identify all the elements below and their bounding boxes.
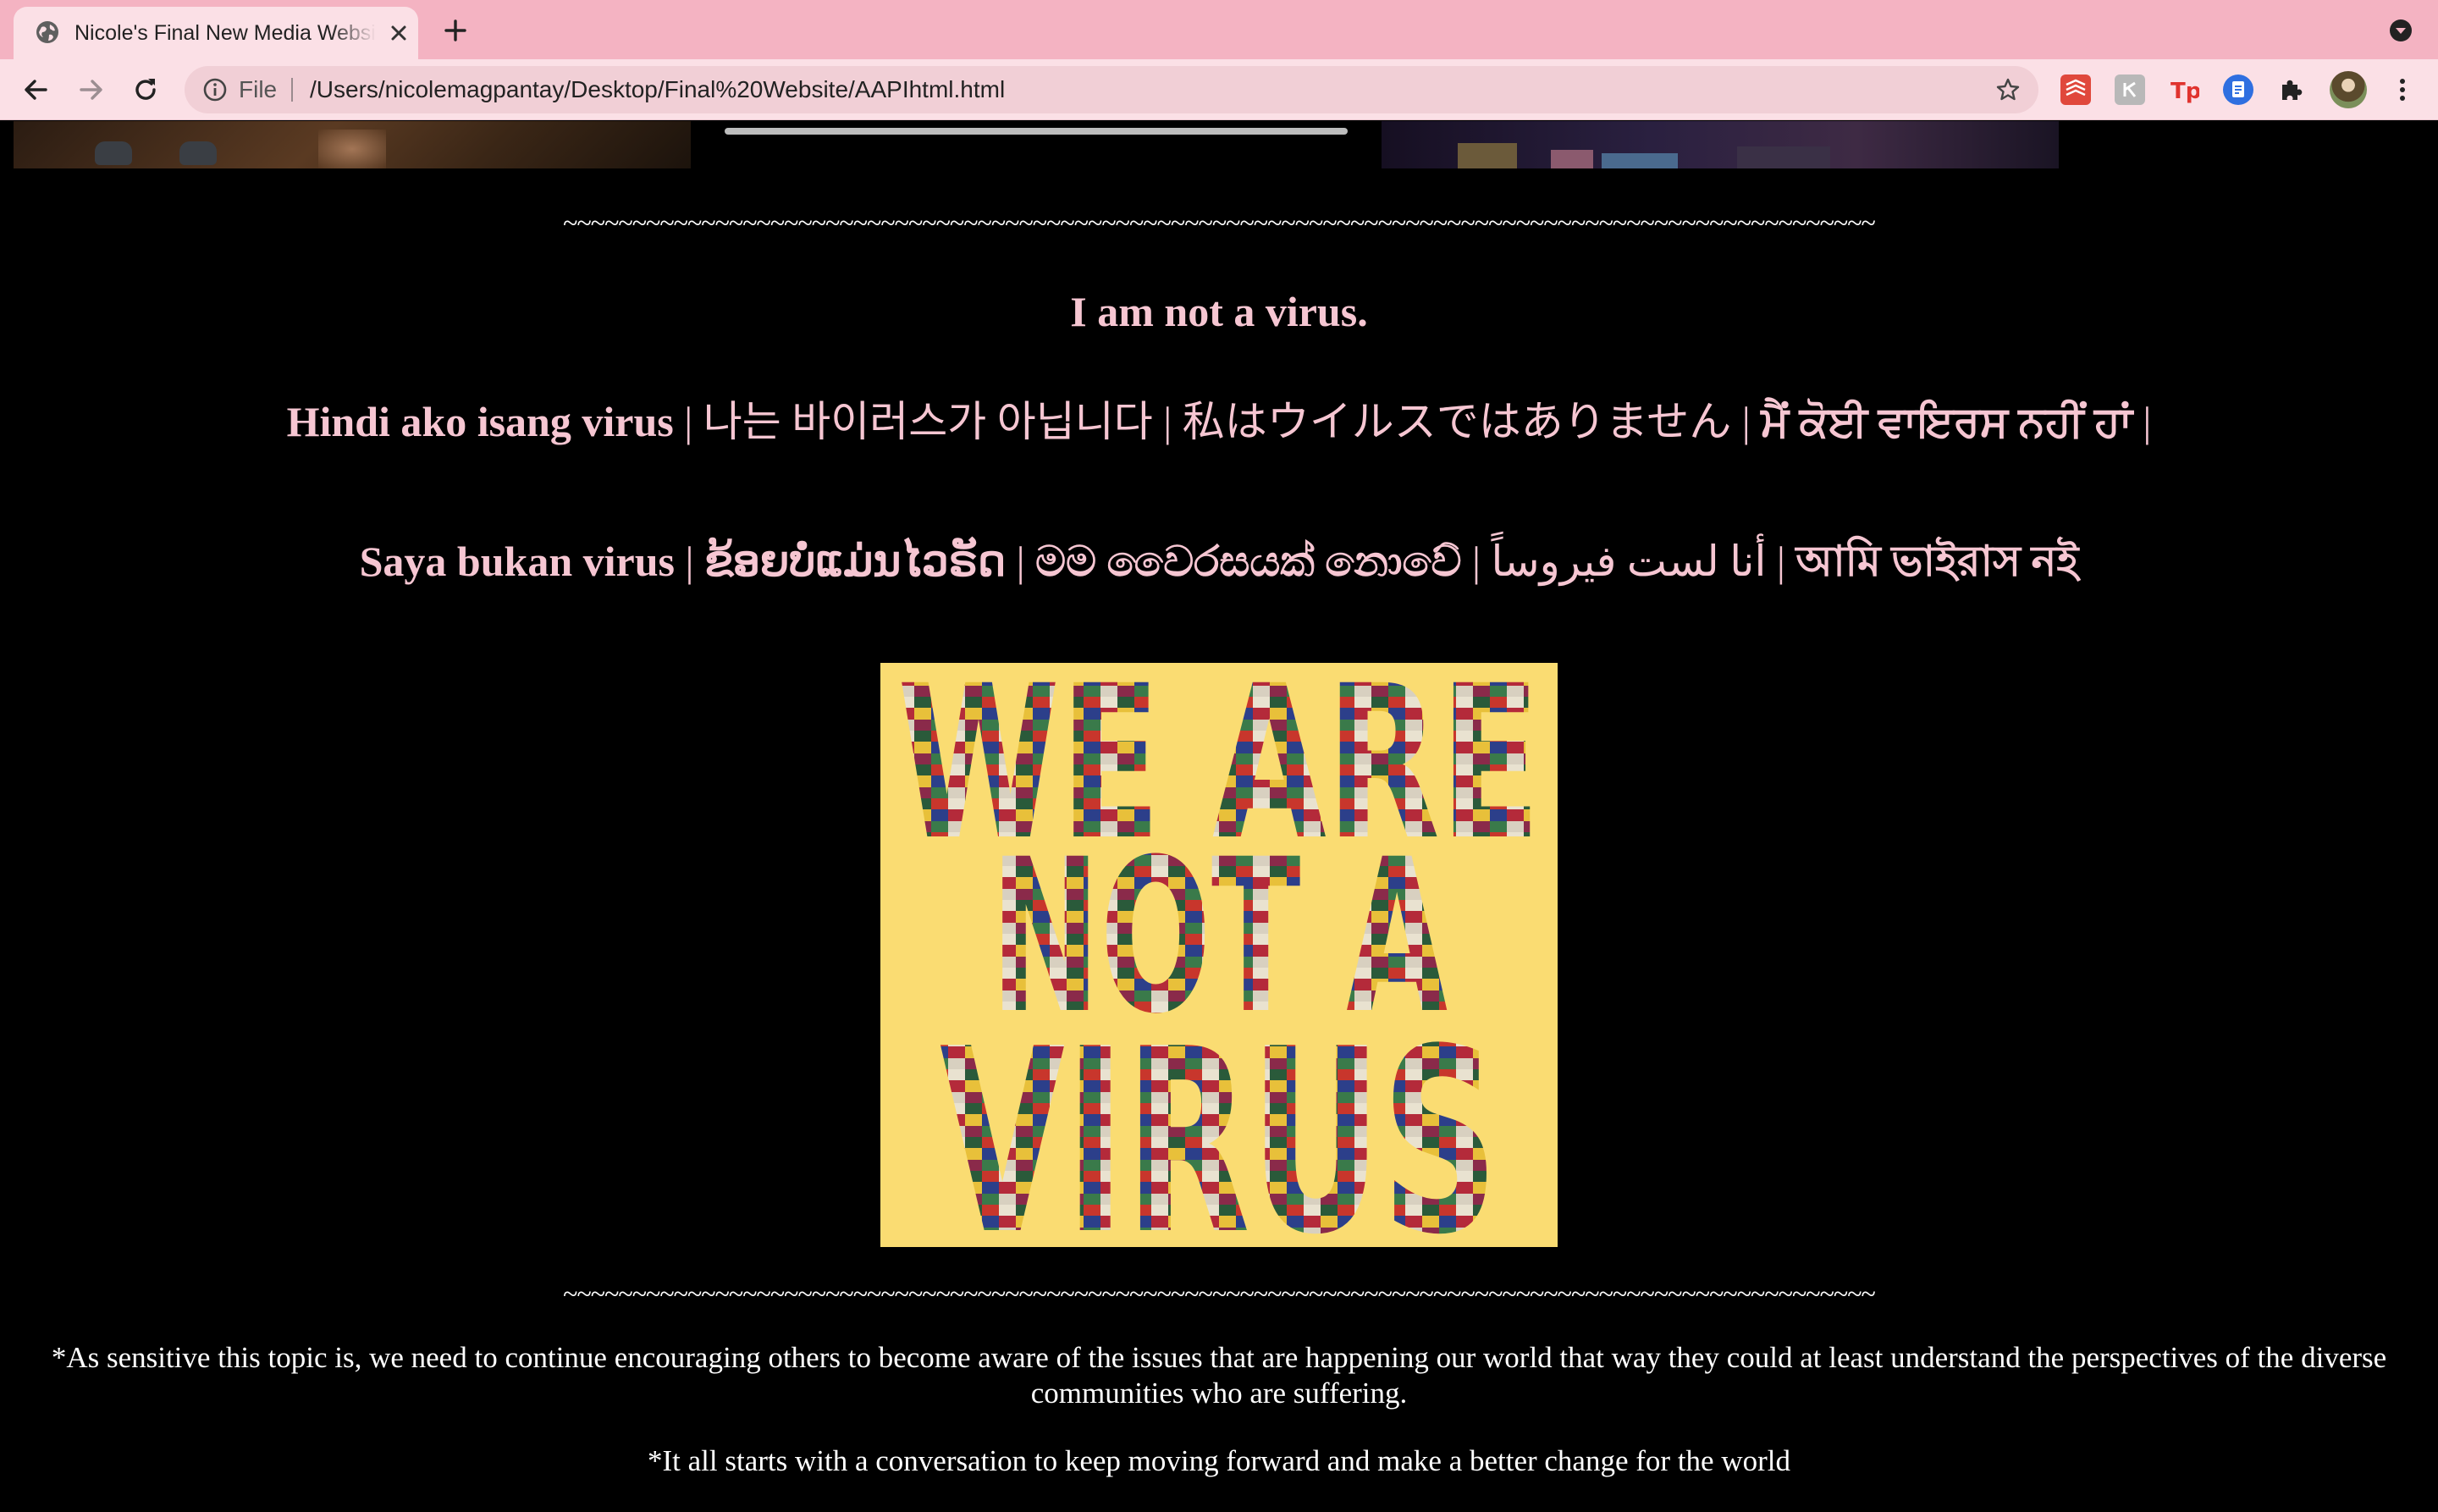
separator: | xyxy=(1766,538,1796,585)
shoe-shape xyxy=(95,141,132,165)
tilde-divider-bottom: ~~~~~~~~~~~~~~~~~~~~~~~~~~~~~~~~~~~~~~~~… xyxy=(563,1278,1876,1309)
separator: | xyxy=(674,538,704,585)
poster-lettering: WE ARE NOT A VIRUS xyxy=(897,663,1541,1247)
closing-note-1: *As sensitive this topic is, we need to … xyxy=(51,1341,2387,1410)
profile-avatar[interactable] xyxy=(2330,71,2367,108)
kebab-menu-icon[interactable] xyxy=(2386,73,2419,107)
todoist-icon[interactable] xyxy=(2060,74,2091,105)
globe-icon xyxy=(36,21,58,43)
photo-detail xyxy=(1551,150,1593,168)
tab-title: Nicole's Final New Media Website xyxy=(74,21,376,45)
headline: I am not a virus. xyxy=(1070,288,1368,335)
svg-text:Tp: Tp xyxy=(2170,79,2199,104)
shoe-shape xyxy=(179,141,217,165)
photo-thumbnail-left xyxy=(14,121,691,168)
photo-detail xyxy=(1458,143,1517,168)
translations-line-2: Saya bukan virus | ຂ້ອຍບໍ່ແມ່ນໄວຣັດ | මම… xyxy=(0,529,2438,593)
separator: | xyxy=(1731,398,1762,445)
japanese-text: 私はウイルスではありません xyxy=(1182,398,1732,445)
new-tab-plus-icon[interactable] xyxy=(442,17,469,44)
active-tab[interactable]: Nicole's Final New Media Website xyxy=(14,7,418,59)
tab-strip: Nicole's Final New Media Website xyxy=(0,0,2438,59)
photo-detail xyxy=(1737,146,1830,168)
tp-extension-icon[interactable]: Tp xyxy=(2169,74,2201,105)
separator: | xyxy=(1461,538,1492,585)
malay-text: Saya bukan virus xyxy=(359,538,675,585)
lao-text: ຂ້ອຍບໍ່ແມ່ນໄວຣັດ xyxy=(704,538,1007,585)
translations-line-1: Hindi ako isang virus | 나는 바이러스가 아닙니다 | … xyxy=(0,392,2438,451)
poster-line-3: VIRUS xyxy=(940,995,1498,1247)
punjabi-text: ਮੈਂ ਕੋਈ ਵਾਇਰਸ ਨਹੀਂ ਹਾਂ xyxy=(1761,398,2132,445)
tilde-divider-top: ~~~~~~~~~~~~~~~~~~~~~~~~~~~~~~~~~~~~~~~~… xyxy=(563,207,1876,238)
separator: | xyxy=(1152,398,1183,445)
close-icon[interactable] xyxy=(386,20,411,46)
back-arrow-icon[interactable] xyxy=(19,73,52,107)
blue-doc-extension-icon[interactable] xyxy=(2223,74,2253,105)
separator: | xyxy=(1006,538,1036,585)
info-icon[interactable] xyxy=(201,76,229,103)
light-reflection xyxy=(318,130,386,168)
arabic-text: أنا لست فيروساً xyxy=(1491,538,1767,585)
bengali-text: আমি ভাইরাস নই xyxy=(1795,538,2079,585)
filipino-text: Hindi ako isang virus xyxy=(286,398,674,445)
address-bar[interactable]: File /Users/nicolemagpantay/Desktop/Fina… xyxy=(185,66,2038,113)
url-text[interactable]: /Users/nicolemagpantay/Desktop/Final%20W… xyxy=(310,66,1005,113)
sinhala-text: මම වෛරසයක් නොවේ xyxy=(1035,538,1462,585)
tab-search-chevron-icon[interactable] xyxy=(2387,17,2414,44)
forward-arrow-icon[interactable] xyxy=(74,73,108,107)
page-content: ~~~~~~~~~~~~~~~~~~~~~~~~~~~~~~~~~~~~~~~~… xyxy=(0,121,2438,1512)
photo-thumbnail-right xyxy=(1382,121,2059,168)
omnibox-separator xyxy=(291,78,293,102)
separator: | xyxy=(673,398,703,445)
gray-extension-icon[interactable] xyxy=(2115,74,2145,105)
separator: | xyxy=(2132,398,2152,445)
photo-detail xyxy=(1602,153,1678,168)
file-scheme-label: File xyxy=(239,76,278,102)
browser-toolbar: File /Users/nicolemagpantay/Desktop/Fina… xyxy=(0,59,2438,120)
reload-icon[interactable] xyxy=(129,73,163,107)
carousel-scrollbar[interactable] xyxy=(725,128,1348,135)
puzzle-extensions-icon[interactable] xyxy=(2275,74,2306,105)
bookmark-star-icon[interactable] xyxy=(1994,76,2022,103)
we-are-not-a-virus-poster: WE ARE NOT A VIRUS xyxy=(880,663,1558,1247)
korean-text: 나는 바이러스가 아닙니다 xyxy=(703,398,1153,445)
closing-note-2: *It all starts with a conversation to ke… xyxy=(648,1444,1790,1477)
